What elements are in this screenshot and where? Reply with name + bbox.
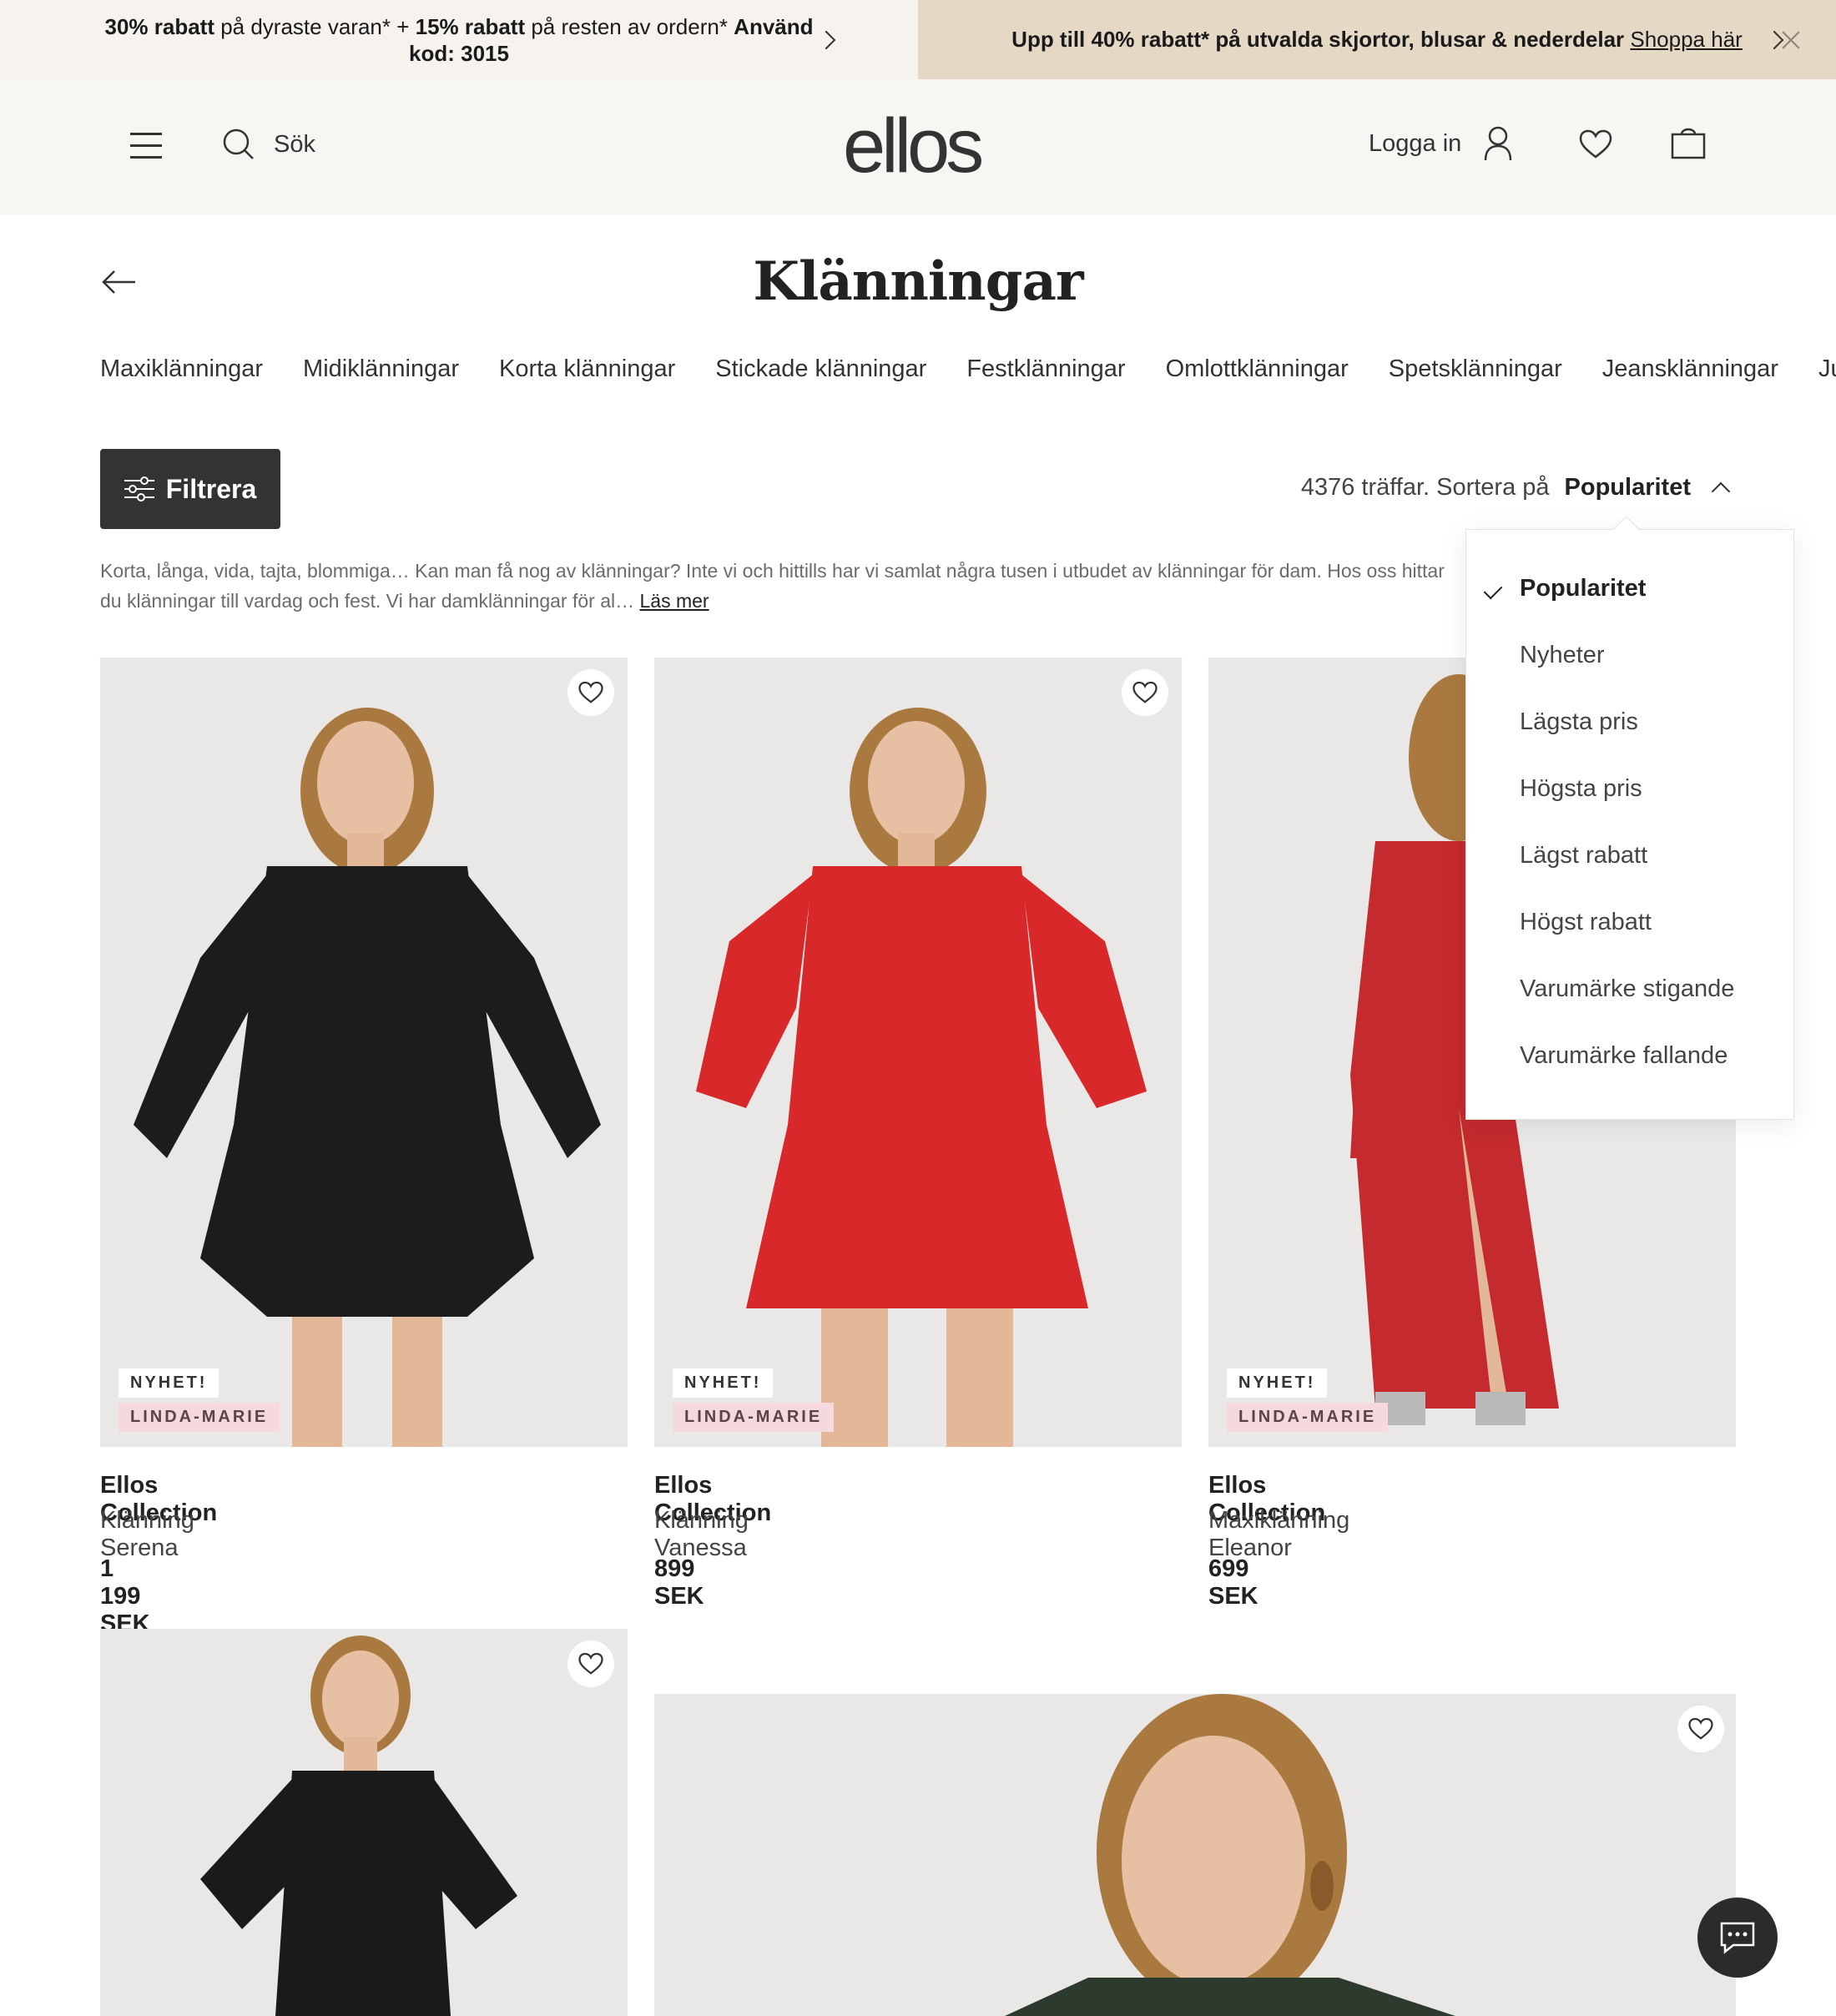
product-image[interactable]: NYHET! LINDA-MARIE: [100, 658, 628, 1447]
heart-icon: [1132, 681, 1158, 703]
sort-option-highest-discount[interactable]: Högst rabatt: [1520, 909, 1652, 936]
heart-icon[interactable]: [1579, 129, 1612, 159]
check-icon: [1483, 580, 1503, 600]
favorite-button[interactable]: [1122, 669, 1168, 716]
brand-badge: LINDA-MARIE: [119, 1403, 280, 1432]
search-icon: [223, 129, 254, 159]
category-link[interactable]: Maxiklänningar: [100, 355, 263, 383]
product-badges: NYHET! LINDA-MARIE: [673, 1363, 835, 1432]
sort-option-highest-price[interactable]: Högsta pris: [1520, 775, 1642, 803]
sort-control[interactable]: 4376 träffar. Sortera på Popularitet: [1300, 474, 1731, 501]
model-photo: [696, 708, 1147, 1447]
sort-option-popularity[interactable]: Popularitet: [1520, 575, 1646, 602]
menu-icon[interactable]: [130, 133, 164, 159]
new-badge: NYHET!: [1227, 1368, 1328, 1398]
promo-right[interactable]: Upp till 40% rabatt* på utvalda skjortor…: [918, 0, 1836, 79]
product-name[interactable]: Klänning Serena: [100, 1507, 194, 1562]
product-badges: NYHET! LINDA-MARIE: [1227, 1363, 1389, 1432]
brand-badge: LINDA-MARIE: [673, 1403, 835, 1432]
product-image[interactable]: NYHET! LINDA-MARIE: [654, 658, 1182, 1447]
search-button[interactable]: Sök: [222, 128, 315, 161]
read-more-link[interactable]: Läs mer: [639, 590, 709, 612]
category-link[interactable]: Jeansklänningar: [1602, 355, 1778, 383]
sliders-icon: [124, 476, 154, 501]
category-link[interactable]: Festklänningar: [966, 355, 1125, 383]
bag-icon[interactable]: [1671, 126, 1706, 159]
new-badge: NYHET!: [119, 1368, 219, 1398]
close-icon[interactable]: [1781, 30, 1801, 50]
product-image[interactable]: [654, 1694, 1736, 2016]
category-link[interactable]: Midiklänningar: [303, 355, 459, 383]
sort-option-brand-desc[interactable]: Varumärke fallande: [1520, 1042, 1728, 1070]
product-name[interactable]: Klänning Vanessa: [654, 1507, 749, 1562]
category-link[interactable]: Stickade klänningar: [715, 355, 926, 383]
product-price: 699 SEK: [1208, 1555, 1258, 1610]
login-label: Logga in: [1369, 129, 1462, 157]
sort-option-brand-asc[interactable]: Varumärke stigande: [1520, 975, 1734, 1003]
sort-option-lowest-discount[interactable]: Lägst rabatt: [1520, 842, 1647, 869]
model-photo: [134, 708, 601, 1447]
shop-here-link[interactable]: Shoppa här: [1630, 27, 1742, 52]
product-image[interactable]: [100, 1629, 628, 2016]
results-count: 4376 träffar. Sortera på: [1300, 474, 1550, 501]
filter-label: Filtrera: [165, 473, 257, 504]
product-price: 899 SEK: [654, 1555, 704, 1610]
category-nav: Maxiklänningar Midiklänningar Korta klänni…: [100, 355, 1836, 389]
category-link[interactable]: Spetsklänningar: [1389, 355, 1562, 383]
product-name[interactable]: Maxiklänning Eleanor: [1208, 1507, 1349, 1562]
model-photo: [1005, 1694, 1455, 2016]
favorite-button[interactable]: [1677, 1706, 1724, 1752]
category-link[interactable]: Omlottklänningar: [1166, 355, 1349, 383]
sort-dropdown: Popularitet Nyheter Lägsta pris Högsta p…: [1465, 529, 1794, 1120]
chat-icon: [1720, 1922, 1755, 1954]
promo-left[interactable]: 30% rabatt på dyraste varan* + 15% rabat…: [0, 0, 918, 79]
category-link[interactable]: Korta klänningar: [499, 355, 675, 383]
chat-button[interactable]: [1697, 1898, 1778, 1978]
chevron-up-icon[interactable]: [1711, 481, 1731, 501]
sort-option-lowest-price[interactable]: Lägsta pris: [1520, 708, 1638, 736]
favorite-button[interactable]: [567, 669, 614, 716]
page-title: Klänningar: [753, 250, 1083, 313]
ellos-logo[interactable]: ellos: [843, 103, 984, 190]
heart-icon: [1688, 1717, 1713, 1740]
product-badges: NYHET! LINDA-MARIE: [119, 1363, 280, 1432]
heart-icon: [578, 681, 603, 703]
promo-bar: 30% rabatt på dyraste varan* + 15% rabat…: [0, 0, 1836, 79]
promo-left-text: 30% rabatt på dyraste varan* + 15% rabat…: [104, 13, 814, 66]
site-header: Sök ellos Logga in: [0, 79, 1836, 214]
sort-selected[interactable]: Popularitet: [1565, 474, 1691, 501]
login-button[interactable]: Logga in: [1369, 126, 1513, 161]
search-label: Sök: [274, 130, 315, 158]
filter-button[interactable]: Filtrera: [100, 449, 280, 529]
product-price: 1 199 SEK: [100, 1555, 150, 1637]
sort-option-newest[interactable]: Nyheter: [1520, 642, 1605, 669]
category-intro: Korta, långa, vida, tajta, blommiga… Kan…: [100, 560, 1445, 612]
user-icon: [1485, 126, 1512, 161]
brand-badge: LINDA-MARIE: [1227, 1403, 1389, 1432]
new-badge: NYHET!: [673, 1368, 774, 1398]
heart-icon: [578, 1652, 603, 1675]
promo-right-text: Upp till 40% rabatt* på utvalda skjortor…: [1011, 27, 1743, 52]
category-link[interactable]: Ju: [1818, 355, 1836, 383]
model-photo: [200, 1635, 517, 2016]
favorite-button[interactable]: [567, 1641, 614, 1687]
